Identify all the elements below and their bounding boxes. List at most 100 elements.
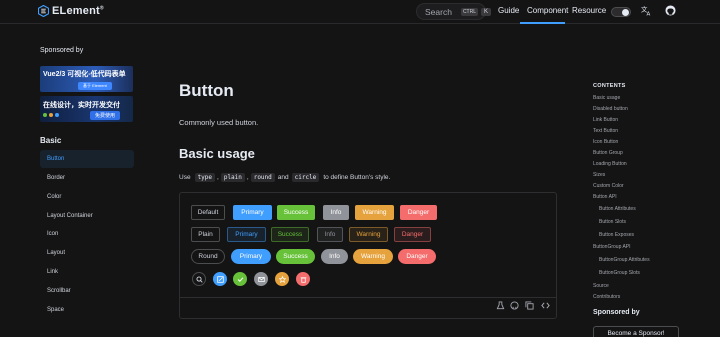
kbd-k: K: [481, 7, 492, 16]
search-placeholder: Search: [425, 6, 452, 17]
sidebar-item-border[interactable]: Border: [40, 169, 134, 187]
nav-resource[interactable]: Resource: [572, 6, 606, 15]
circle-delete-button[interactable]: [296, 272, 310, 286]
svg-text:A: A: [647, 12, 651, 16]
usage-sep: ,: [246, 174, 249, 181]
nav-component[interactable]: Component: [527, 6, 568, 15]
circle-star-button[interactable]: [275, 272, 289, 286]
toc-item[interactable]: Button API: [593, 194, 617, 200]
toc-item[interactable]: Icon Button: [593, 139, 618, 145]
top-navbar: ELement® Search CTRL K Guide Component R…: [0, 0, 720, 24]
round-button[interactable]: Round: [191, 249, 225, 264]
usage-sep: ,: [217, 174, 219, 181]
banner-button: 基于 Element: [78, 82, 112, 90]
page-description: Commonly used button.: [179, 118, 259, 127]
page-title: Button: [179, 81, 234, 100]
banner-decoration: [43, 113, 59, 117]
banner-text: 在线设计，实时开发交付: [43, 102, 120, 109]
usage-text: to define Button's style.: [323, 174, 391, 181]
toc-item[interactable]: Basic usage: [593, 95, 620, 101]
plain-primary-button[interactable]: Primary: [227, 227, 266, 242]
toc-item[interactable]: Loading Button: [593, 161, 627, 167]
toc-subitem[interactable]: Button Attributes: [599, 206, 636, 212]
banner-button: 免费使用: [90, 111, 121, 120]
dark-mode-toggle[interactable]: [611, 7, 631, 17]
translate-icon[interactable]: 文 A: [641, 5, 652, 16]
code-circle: circle: [291, 173, 320, 182]
star-icon: [278, 275, 286, 283]
circle-message-button[interactable]: [254, 272, 268, 286]
circle-search-button[interactable]: [192, 272, 206, 286]
plain-danger-button[interactable]: Danger: [394, 227, 431, 242]
sidebar-item-color[interactable]: Color: [40, 188, 134, 206]
search-input[interactable]: Search CTRL K: [416, 3, 492, 20]
active-nav-indicator: [520, 22, 565, 24]
github-icon[interactable]: [510, 301, 519, 310]
warning-button[interactable]: Warning: [355, 205, 394, 220]
logo-text: ELement®: [52, 5, 104, 17]
kbd-ctrl: CTRL: [460, 7, 478, 16]
playground-icon[interactable]: [496, 301, 505, 310]
toc-item[interactable]: Custom Color: [593, 183, 624, 189]
demo-divider: [180, 297, 556, 298]
round-danger-button[interactable]: Danger: [398, 249, 436, 264]
sidebar-item-layout-container[interactable]: Layout Container: [40, 207, 134, 225]
message-icon: [257, 276, 265, 282]
sponsored-by-label: Sponsored by: [40, 47, 84, 54]
toc-item[interactable]: ButtonGroup API: [593, 244, 631, 250]
code-plain: plain: [220, 173, 245, 182]
danger-button[interactable]: Danger: [400, 205, 437, 220]
sponsor-banner-form[interactable]: Vue2/3 可视化-低代码表单 基于 Element: [40, 66, 133, 92]
toc-item[interactable]: Contributors: [593, 294, 620, 300]
nav-guide[interactable]: Guide: [498, 6, 519, 15]
toc-item[interactable]: Button Group: [593, 150, 623, 156]
toc-subitem[interactable]: Button Slots: [599, 219, 626, 225]
sidebar-item-link[interactable]: Link: [40, 263, 134, 281]
moon-icon: [622, 9, 629, 16]
round-primary-button[interactable]: Primary: [231, 249, 271, 264]
info-button[interactable]: Info: [323, 205, 349, 220]
sidebar-item-icon[interactable]: Icon: [40, 225, 134, 243]
toc-title: CONTENTS: [593, 83, 626, 89]
toc-item[interactable]: Link Button: [593, 117, 618, 123]
plain-success-button[interactable]: Success: [271, 227, 309, 242]
primary-button[interactable]: Primary: [233, 205, 272, 220]
edit-icon: [216, 275, 224, 283]
code-type: type: [194, 173, 216, 182]
view-source-icon[interactable]: [541, 301, 550, 310]
default-button[interactable]: Default: [191, 205, 225, 220]
section-title-basic-usage: Basic usage: [179, 146, 255, 161]
circle-edit-button[interactable]: [213, 272, 227, 286]
plain-button[interactable]: Plain: [191, 227, 220, 242]
toc-subitem[interactable]: ButtonGroup Slots: [599, 270, 640, 276]
delete-icon: [300, 276, 306, 283]
sidebar-item-space[interactable]: Space: [40, 301, 134, 319]
sidebar-section-basic: Basic: [40, 136, 62, 145]
become-sponsor-button[interactable]: Become a Sponsor!: [593, 326, 679, 337]
toc-item[interactable]: Source: [593, 283, 609, 289]
sidebar-item-button[interactable]: Button: [40, 150, 134, 168]
sidebar-item-scrollbar[interactable]: Scrollbar: [40, 282, 134, 300]
round-warning-button[interactable]: Warning: [353, 249, 393, 264]
element-logo[interactable]: ELement®: [38, 5, 104, 17]
success-button[interactable]: Success: [277, 205, 315, 220]
code-round: round: [250, 173, 275, 182]
toc-item[interactable]: Text Button: [593, 128, 618, 134]
check-icon: [237, 276, 243, 282]
circle-check-button[interactable]: [233, 272, 247, 286]
toc-subitem[interactable]: Button Exposes: [599, 232, 634, 238]
toc-subitem[interactable]: ButtonGroup Attributes: [599, 257, 650, 263]
demo-block: Default Primary Success Info Warning Dan…: [179, 192, 557, 319]
toc-item[interactable]: Sizes: [593, 172, 605, 178]
toc-item[interactable]: Disabled button: [593, 106, 628, 112]
search-icon: [195, 275, 203, 283]
round-success-button[interactable]: Success: [276, 249, 315, 264]
sponsor-banner-design[interactable]: 在线设计，实时开发交付 免费使用: [40, 96, 133, 122]
github-icon[interactable]: [665, 5, 676, 16]
round-info-button[interactable]: Info: [321, 249, 348, 264]
plain-warning-button[interactable]: Warning: [349, 227, 388, 242]
copy-icon[interactable]: [525, 301, 534, 310]
toc-sponsored-label: Sponsored by: [593, 309, 640, 316]
sidebar-item-layout[interactable]: Layout: [40, 244, 134, 262]
plain-info-button[interactable]: Info: [317, 227, 343, 242]
